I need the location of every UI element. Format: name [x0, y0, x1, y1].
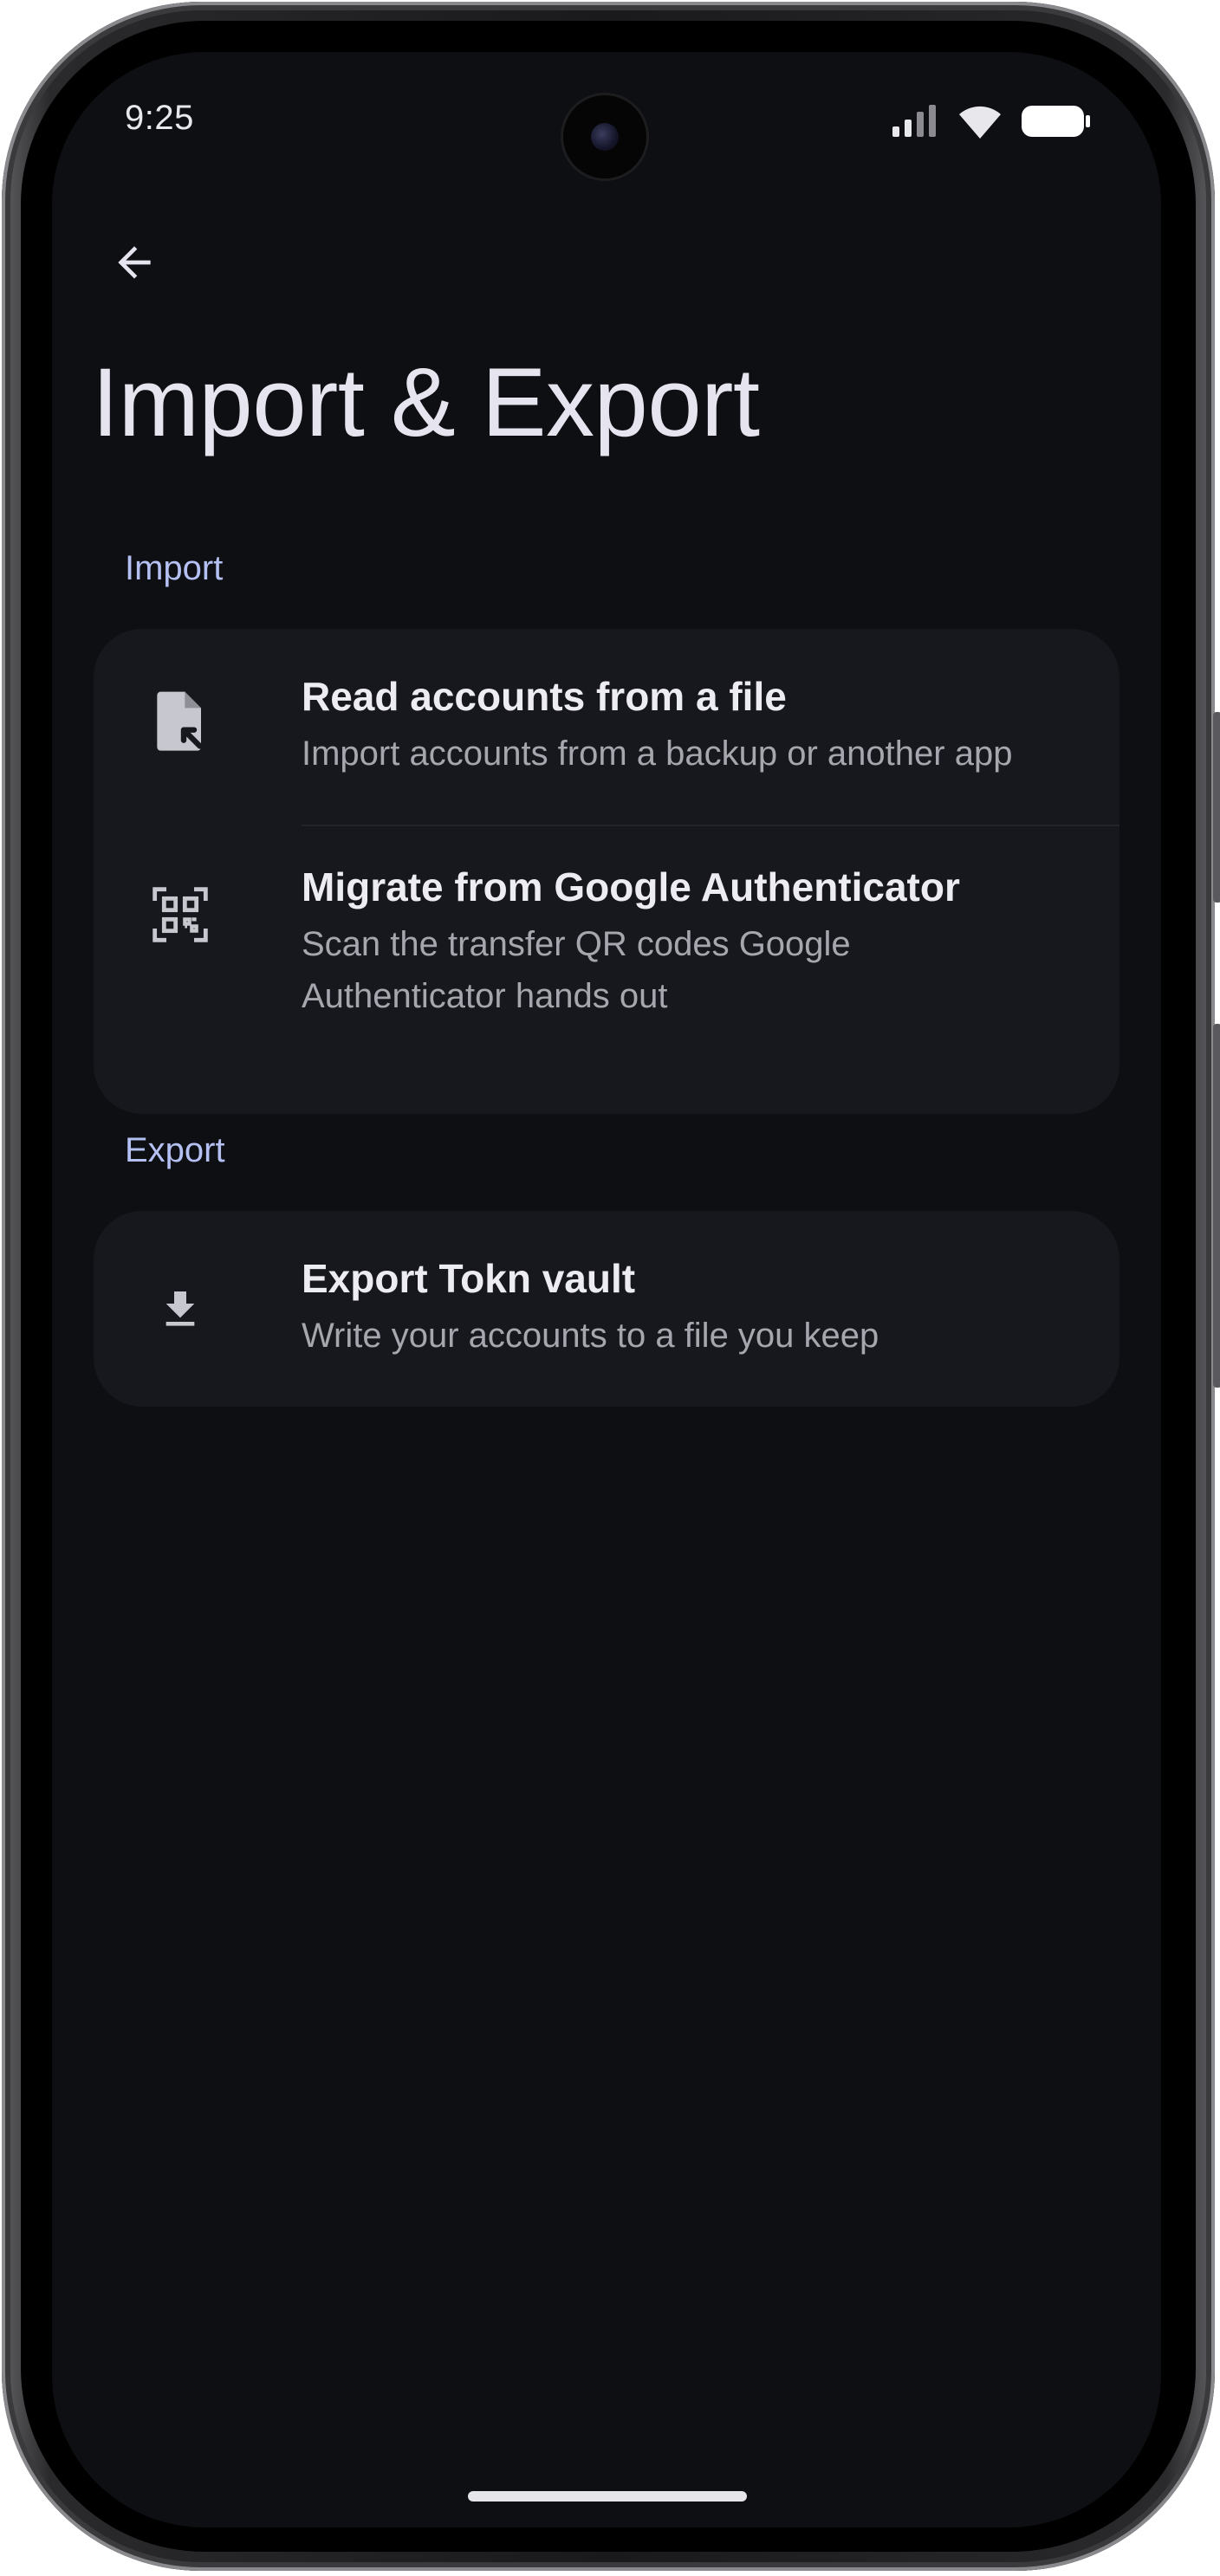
- battery-icon: [1021, 104, 1092, 143]
- status-icons: [891, 102, 1092, 145]
- list-item-migrate-google[interactable]: Migrate from Google Authenticator Scan t…: [94, 826, 1119, 1114]
- back-button[interactable]: [87, 217, 182, 312]
- status-time: 9:25: [125, 99, 194, 137]
- wifi-icon: [957, 102, 1003, 145]
- power-button: [1213, 712, 1220, 903]
- import-card: Read accounts from a file Import account…: [94, 629, 1119, 1114]
- section-header-export: Export: [125, 1131, 225, 1169]
- item-title: Read accounts from a file: [302, 674, 787, 719]
- section-header-import: Import: [125, 549, 224, 587]
- export-card: Export Tokn vault Write your accounts to…: [94, 1211, 1119, 1407]
- download-icon: [149, 1278, 211, 1341]
- cellular-signal-icon: [891, 104, 939, 143]
- file-import-icon: [149, 689, 211, 752]
- item-subtitle: Import accounts from a backup or another…: [302, 735, 1013, 773]
- front-camera: [563, 95, 646, 178]
- volume-button: [1213, 1024, 1220, 1388]
- item-subtitle: Scan the transfer QR codes Google Authen…: [302, 925, 851, 1015]
- page-title: Import & Export: [92, 348, 760, 456]
- screen: 9:25 Import & Export Import Read account…: [52, 52, 1161, 2527]
- home-indicator[interactable]: [468, 2491, 747, 2502]
- list-item-export-vault[interactable]: Export Tokn vault Write your accounts to…: [94, 1211, 1119, 1407]
- qr-scan-icon: [149, 883, 211, 946]
- item-title: Export Tokn vault: [302, 1256, 636, 1301]
- item-title: Migrate from Google Authenticator: [302, 864, 960, 909]
- item-subtitle: Write your accounts to a file you keep: [302, 1317, 879, 1355]
- arrow-back-icon: [110, 238, 159, 291]
- list-item-read-file[interactable]: Read accounts from a file Import account…: [94, 629, 1119, 825]
